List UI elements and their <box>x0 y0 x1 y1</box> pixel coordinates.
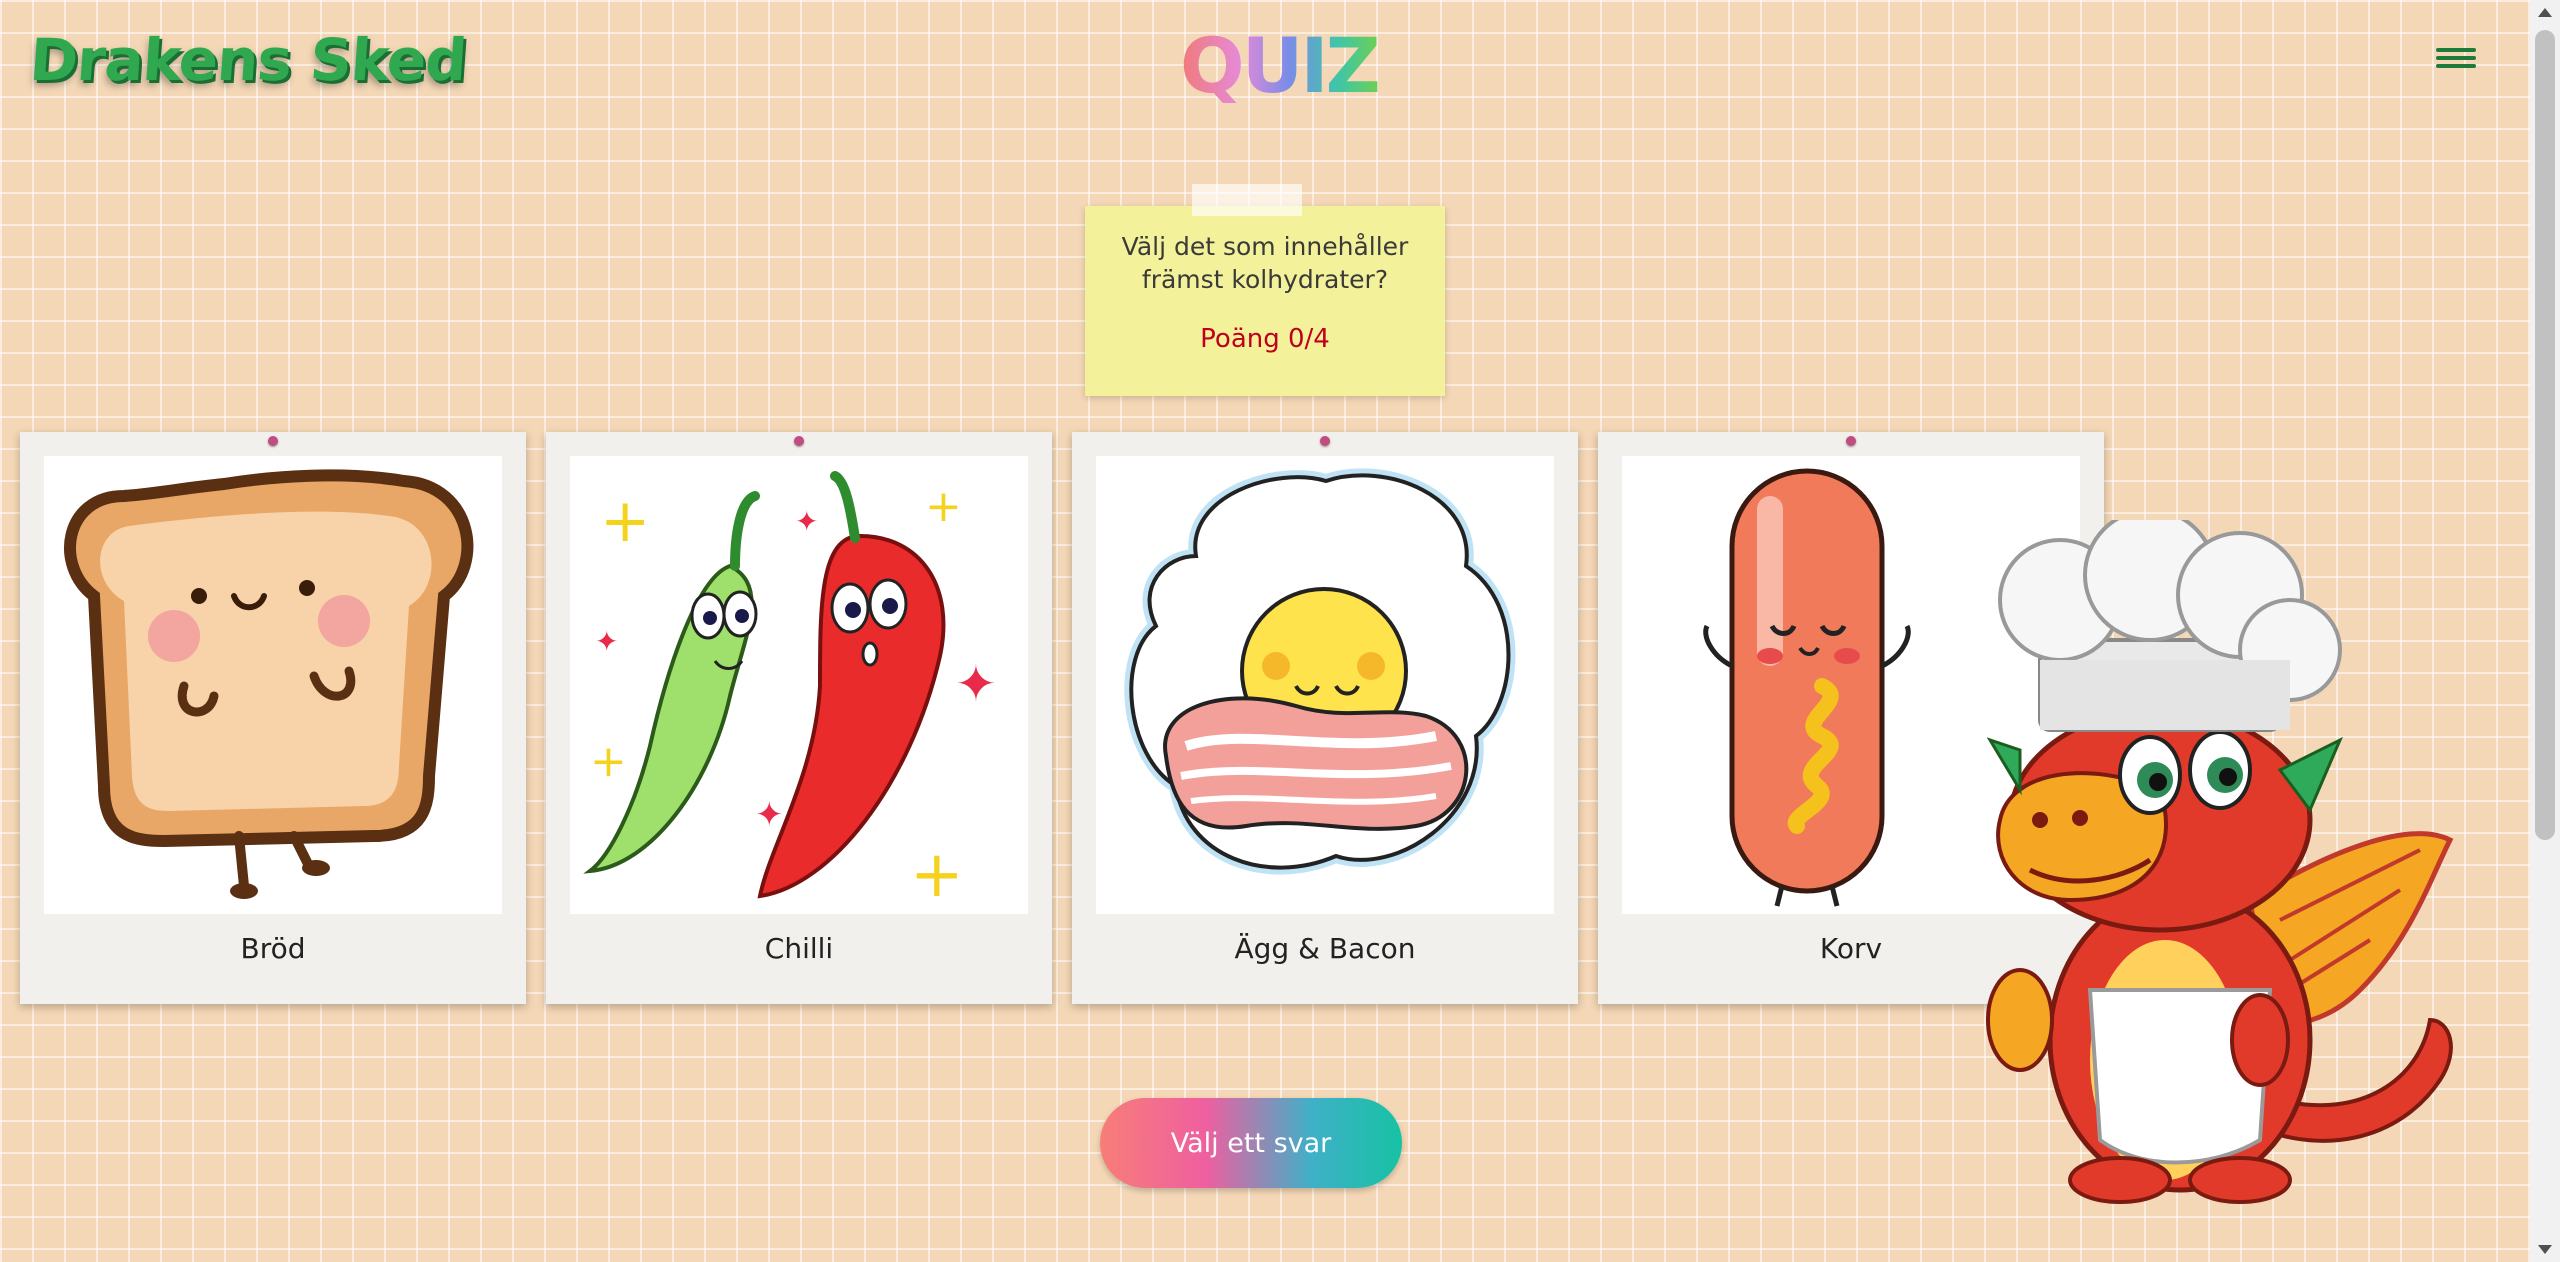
option-label: Ägg & Bacon <box>1234 932 1416 965</box>
scroll-up-icon[interactable] <box>2538 8 2552 17</box>
svg-text:✦: ✦ <box>955 655 997 713</box>
submit-answer-button[interactable]: Välj ett svar <box>1100 1098 1402 1188</box>
page-title: QUIZ <box>1180 21 1381 110</box>
pin-icon <box>794 436 804 446</box>
svg-text:+: + <box>910 838 964 912</box>
scroll-down-icon[interactable] <box>2538 1245 2552 1254</box>
option-card-egg-bacon[interactable]: Ägg & Bacon <box>1072 432 1578 1004</box>
option-label: Chilli <box>764 932 834 965</box>
site-logo[interactable]: Drakens Sked <box>28 26 469 94</box>
svg-text:+: + <box>600 486 650 556</box>
svg-text:+: + <box>590 736 627 787</box>
option-card-bread[interactable]: Bröd <box>20 432 526 1004</box>
question-note: Välj det som innehåller främst kolhydrat… <box>1085 206 1445 396</box>
egg-bacon-image <box>1096 456 1554 914</box>
svg-text:✦: ✦ <box>755 795 784 835</box>
option-card-chilli[interactable]: + + + + ✦ ✦ ✦ ✦ Chilli <box>546 432 1052 1004</box>
svg-text:+: + <box>925 481 962 532</box>
bread-image <box>44 456 502 914</box>
option-label: Bröd <box>240 932 306 965</box>
tape-strip <box>1192 184 1302 216</box>
score-text: Poäng 0/4 <box>1200 324 1330 354</box>
chef-dragon-mascot <box>1980 508 2480 1210</box>
hamburger-menu-icon[interactable] <box>2436 44 2476 76</box>
svg-text:✦: ✦ <box>595 625 618 658</box>
question-text: Välj det som innehåller främst kolhydrat… <box>1121 232 1409 294</box>
svg-text:✦: ✦ <box>795 505 818 538</box>
vertical-scrollbar[interactable] <box>2530 0 2560 1262</box>
scrollbar-thumb[interactable] <box>2535 30 2555 840</box>
pin-icon <box>1846 436 1856 446</box>
pin-icon <box>268 436 278 446</box>
pin-icon <box>1320 436 1330 446</box>
chili-image: + + + + ✦ ✦ ✦ ✦ <box>570 456 1028 914</box>
